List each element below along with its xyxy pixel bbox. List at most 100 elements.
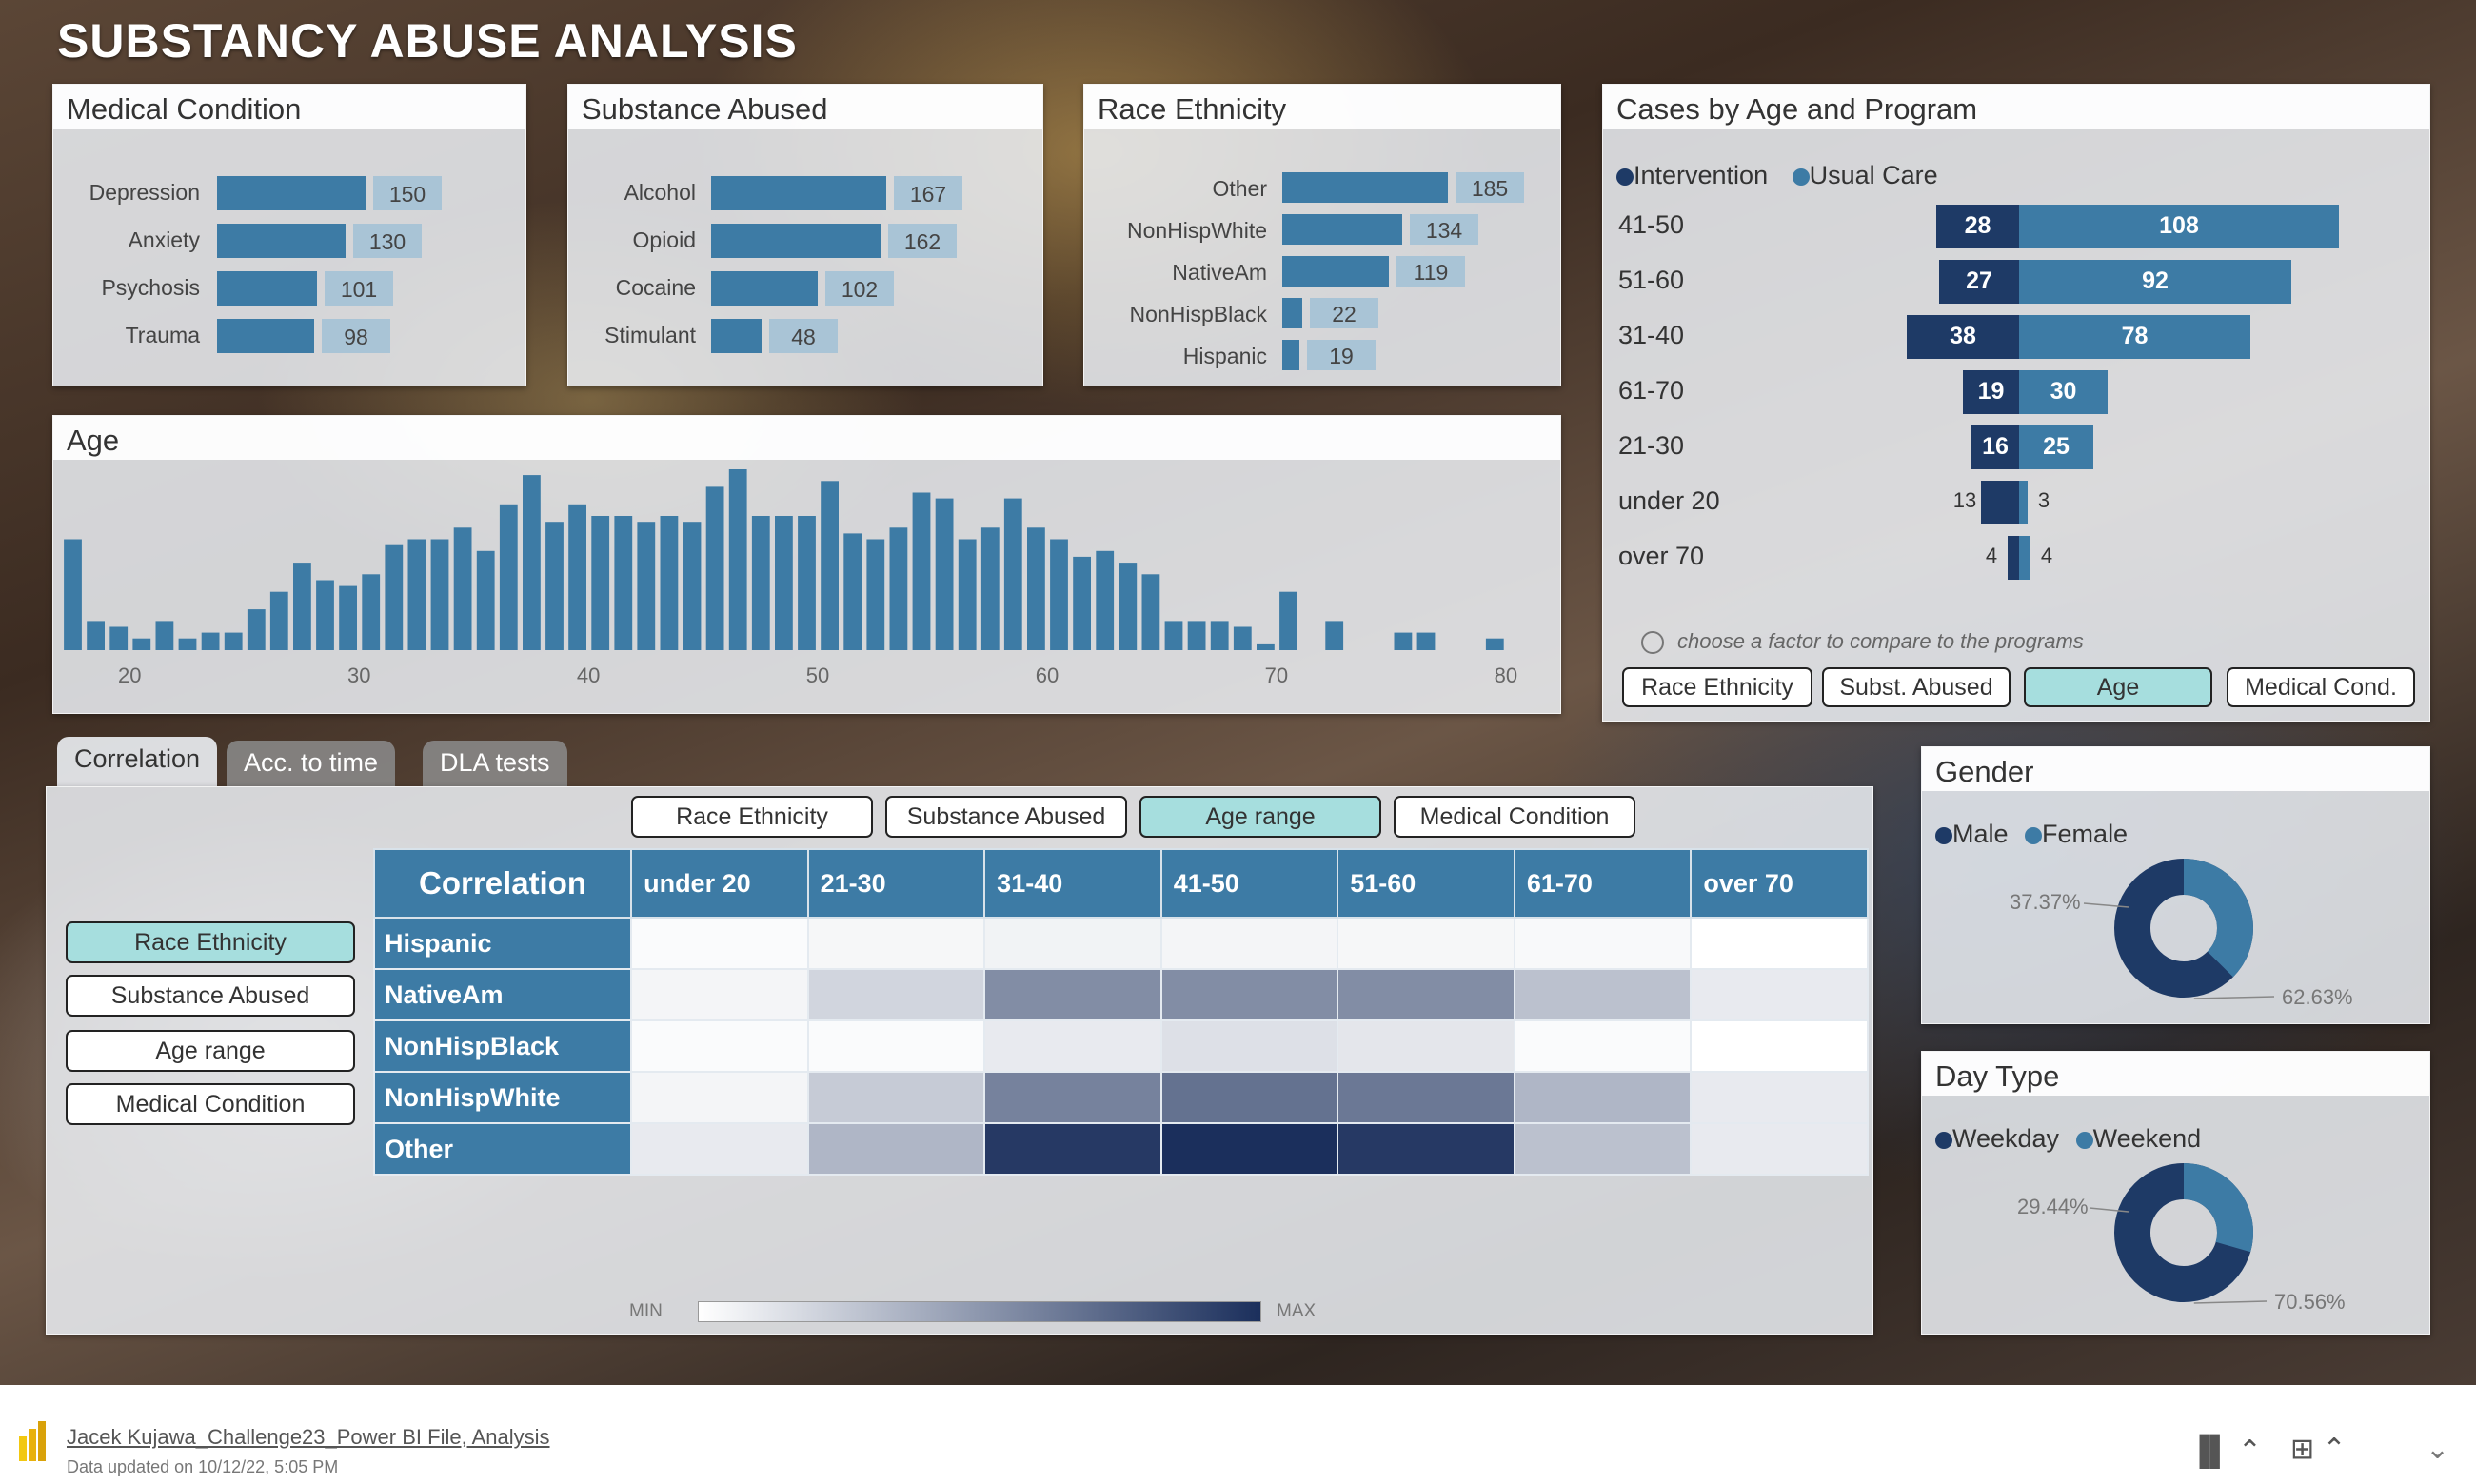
corr-cell[interactable] bbox=[806, 968, 986, 1021]
age-bar[interactable] bbox=[866, 539, 885, 651]
bar[interactable] bbox=[711, 319, 762, 353]
factor-button-age[interactable]: Age bbox=[2024, 667, 2212, 707]
bar[interactable] bbox=[217, 176, 366, 210]
age-bar[interactable] bbox=[980, 527, 1000, 650]
age-bar[interactable] bbox=[385, 544, 404, 650]
corr-cell[interactable] bbox=[630, 1071, 809, 1124]
factor-button-medical-condition[interactable]: Medical Cond. bbox=[2227, 667, 2415, 707]
age-bar[interactable] bbox=[499, 504, 518, 650]
age-bar[interactable] bbox=[1394, 632, 1413, 650]
corr-side-substance-abused[interactable]: Substance Abused bbox=[66, 975, 355, 1017]
corr-cell[interactable] bbox=[983, 968, 1162, 1021]
age-bar[interactable] bbox=[201, 632, 220, 650]
age-bar[interactable] bbox=[751, 516, 770, 650]
corr-cell[interactable] bbox=[1690, 1122, 1869, 1176]
corr-cell[interactable] bbox=[1159, 1019, 1339, 1073]
corr-cell[interactable] bbox=[1337, 968, 1515, 1021]
age-bar[interactable] bbox=[1325, 621, 1344, 650]
bar[interactable] bbox=[1282, 172, 1448, 203]
corr-cell[interactable] bbox=[1337, 1071, 1515, 1124]
age-bar[interactable] bbox=[1141, 574, 1160, 650]
bar[interactable] bbox=[217, 319, 314, 353]
report-file-link[interactable]: Jacek Kujawa_Challenge23_Power BI File, … bbox=[67, 1425, 550, 1450]
age-bar[interactable] bbox=[1485, 638, 1504, 650]
age-bar[interactable] bbox=[912, 492, 931, 651]
usual-care-bar[interactable] bbox=[2019, 536, 2030, 580]
age-bar[interactable] bbox=[269, 591, 288, 650]
age-bar[interactable] bbox=[293, 563, 311, 650]
age-bar[interactable] bbox=[1003, 498, 1022, 650]
age-bar[interactable] bbox=[637, 522, 656, 650]
age-bar[interactable] bbox=[660, 516, 679, 650]
age-bar[interactable] bbox=[64, 539, 82, 651]
corr-cell[interactable] bbox=[1337, 917, 1515, 970]
age-bar[interactable] bbox=[1164, 621, 1183, 650]
age-bar[interactable] bbox=[132, 638, 151, 650]
age-bar[interactable] bbox=[935, 498, 954, 650]
age-bar[interactable] bbox=[1279, 591, 1297, 650]
age-bar[interactable] bbox=[453, 527, 472, 650]
bar[interactable] bbox=[217, 271, 317, 306]
age-bar[interactable] bbox=[1050, 539, 1068, 651]
chevron-down-icon[interactable]: ⌄ bbox=[2426, 1433, 2449, 1466]
age-bar[interactable] bbox=[568, 504, 586, 650]
age-bar[interactable] bbox=[1096, 550, 1115, 650]
corr-cell[interactable] bbox=[1690, 1071, 1869, 1124]
age-bar[interactable] bbox=[683, 522, 702, 650]
age-bar[interactable] bbox=[958, 539, 977, 651]
corr-cell[interactable] bbox=[1513, 968, 1693, 1021]
corr-cell[interactable] bbox=[1513, 1122, 1693, 1176]
age-bar[interactable] bbox=[1119, 563, 1138, 650]
corr-cell[interactable] bbox=[630, 968, 809, 1021]
corr-cell[interactable] bbox=[1159, 1071, 1339, 1124]
age-bar[interactable] bbox=[178, 638, 197, 650]
corr-cell[interactable] bbox=[1690, 968, 1869, 1021]
tab-dla-tests[interactable]: DLA tests bbox=[423, 741, 567, 786]
factor-button-race-ethnicity[interactable]: Race Ethnicity bbox=[1622, 667, 1812, 707]
age-bar[interactable] bbox=[339, 585, 357, 650]
bar[interactable] bbox=[1282, 256, 1389, 287]
usual-care-bar[interactable] bbox=[2019, 481, 2028, 524]
corr-cell[interactable] bbox=[983, 1122, 1162, 1176]
intervention-bar[interactable] bbox=[2008, 536, 2019, 580]
bar[interactable] bbox=[1282, 340, 1299, 370]
age-bar[interactable] bbox=[523, 475, 541, 650]
corr-top-race-ethnicity[interactable]: Race Ethnicity bbox=[631, 796, 873, 838]
bar[interactable] bbox=[217, 224, 346, 258]
bar[interactable] bbox=[711, 271, 818, 306]
age-bar[interactable] bbox=[775, 516, 793, 650]
tab-correlation[interactable]: Correlation bbox=[57, 737, 218, 786]
corr-top-age-range[interactable]: Age range bbox=[1139, 796, 1381, 838]
corr-cell[interactable] bbox=[1337, 1019, 1515, 1073]
corr-cell[interactable] bbox=[1690, 917, 1869, 970]
age-bar[interactable] bbox=[545, 522, 564, 650]
corr-cell[interactable] bbox=[983, 1071, 1162, 1124]
age-bar[interactable] bbox=[843, 533, 862, 650]
age-bar[interactable] bbox=[889, 527, 908, 650]
age-bar[interactable] bbox=[1210, 621, 1229, 650]
age-bar[interactable] bbox=[247, 609, 266, 650]
bar[interactable] bbox=[1282, 214, 1402, 245]
age-bar[interactable] bbox=[798, 516, 816, 650]
corr-side-age-range[interactable]: Age range bbox=[66, 1030, 355, 1072]
age-bar[interactable] bbox=[1233, 626, 1252, 651]
age-bar[interactable] bbox=[316, 580, 334, 651]
age-bar[interactable] bbox=[1416, 632, 1436, 650]
corr-side-medical-condition[interactable]: Medical Condition bbox=[66, 1083, 355, 1125]
bar[interactable] bbox=[1282, 298, 1302, 328]
corr-cell[interactable] bbox=[1513, 917, 1693, 970]
corr-top-substance-abused[interactable]: Substance Abused bbox=[885, 796, 1127, 838]
tab-acc-to-time[interactable]: Acc. to time bbox=[227, 741, 396, 786]
corr-cell[interactable] bbox=[1513, 1071, 1693, 1124]
corr-cell[interactable] bbox=[1690, 1019, 1869, 1073]
corr-cell[interactable] bbox=[806, 1071, 986, 1124]
corr-cell[interactable] bbox=[1513, 1019, 1693, 1073]
age-bar[interactable] bbox=[1073, 556, 1091, 650]
age-bar[interactable] bbox=[821, 481, 839, 650]
corr-side-race-ethnicity[interactable]: Race Ethnicity bbox=[66, 921, 355, 963]
corr-top-medical-condition[interactable]: Medical Condition bbox=[1394, 796, 1635, 838]
age-bar[interactable] bbox=[1257, 643, 1275, 650]
age-bar[interactable] bbox=[430, 539, 449, 651]
age-bar[interactable] bbox=[614, 516, 633, 650]
corr-cell[interactable] bbox=[983, 917, 1162, 970]
